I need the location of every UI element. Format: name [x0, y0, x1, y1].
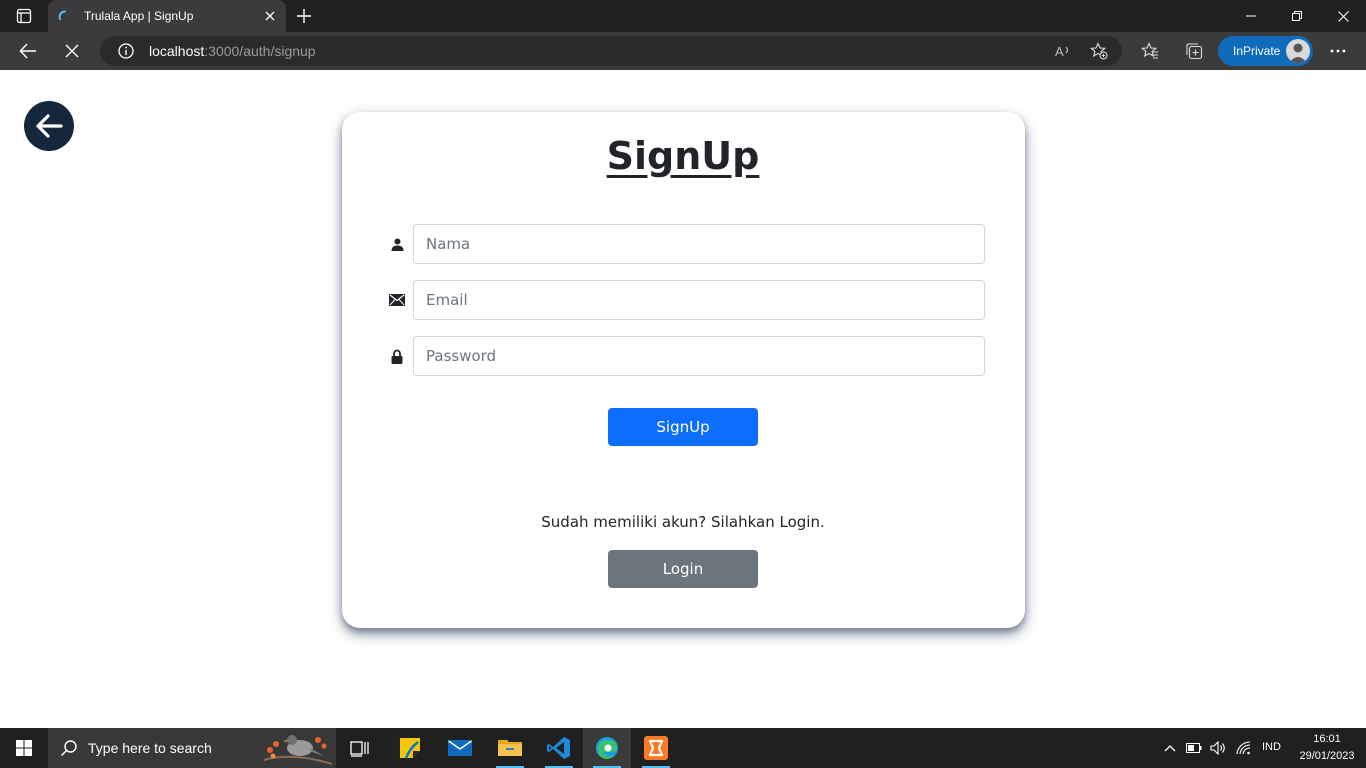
sticky-notes-icon[interactable] [386, 728, 434, 768]
collections-icon[interactable] [1184, 41, 1204, 61]
input-language[interactable]: IND [1262, 741, 1281, 753]
edge-icon[interactable] [583, 728, 631, 768]
clock-date: 29/01/2023 [1299, 750, 1355, 762]
email-field[interactable] [413, 280, 985, 320]
xampp-icon[interactable] [632, 728, 680, 768]
signup-button[interactable]: SignUp [608, 408, 758, 446]
browser-tab-bar: Trulala App | SignUp [0, 0, 1366, 32]
site-info-icon[interactable] [118, 43, 134, 59]
restore-icon[interactable] [1274, 0, 1320, 32]
favorites-icon[interactable] [1140, 41, 1160, 61]
window-controls [1228, 0, 1366, 32]
taskbar: Type here to search IND 16:01 29/01/2023 [0, 728, 1366, 768]
inprivate-label: InPrivate [1233, 44, 1281, 58]
tab-actions-icon[interactable] [8, 6, 40, 26]
more-options-icon[interactable] [1328, 41, 1348, 61]
task-view-icon[interactable] [336, 728, 384, 768]
loading-spinner-icon [58, 9, 72, 23]
vscode-icon[interactable] [535, 728, 583, 768]
svg-text:A: A [1055, 44, 1064, 59]
wifi-icon[interactable] [1236, 740, 1252, 756]
browser-toolbar: localhost:3000/auth/signup A InPrivate [0, 32, 1366, 70]
envelope-icon [389, 292, 405, 308]
user-icon [389, 236, 405, 252]
browser-tab[interactable]: Trulala App | SignUp [48, 0, 286, 32]
add-favorite-icon[interactable] [1089, 42, 1108, 60]
profile-avatar-icon [1286, 39, 1310, 63]
url-host: localhost [149, 43, 205, 59]
password-field[interactable] [413, 336, 985, 376]
page-title: SignUp [606, 134, 760, 178]
name-field[interactable] [413, 224, 985, 264]
login-button[interactable]: Login [608, 550, 758, 588]
system-clock[interactable]: 16:01 29/01/2023 [1296, 731, 1358, 765]
minimize-icon[interactable] [1228, 0, 1274, 32]
volume-icon[interactable] [1210, 740, 1226, 756]
back-arrow-icon[interactable] [16, 39, 40, 63]
lock-icon [389, 348, 405, 364]
close-window-icon[interactable] [1320, 0, 1366, 32]
new-tab-icon[interactable] [294, 6, 314, 26]
windows-start-icon[interactable] [0, 728, 48, 768]
search-icon [60, 739, 78, 757]
close-tab-icon[interactable] [262, 8, 278, 24]
mail-icon[interactable] [436, 728, 484, 768]
bird-illustration-icon [262, 730, 334, 766]
stop-loading-icon[interactable] [60, 39, 84, 63]
battery-icon[interactable] [1186, 740, 1202, 756]
taskbar-search[interactable]: Type here to search [48, 728, 336, 768]
address-bar[interactable]: localhost:3000/auth/signup A [100, 36, 1122, 66]
chevron-up-icon[interactable] [1162, 740, 1178, 756]
file-explorer-icon[interactable] [486, 728, 534, 768]
login-prompt: Sudah memiliki akun? Silahkan Login. [541, 513, 825, 531]
url-path: :3000/auth/signup [204, 43, 316, 59]
read-aloud-icon[interactable]: A [1054, 42, 1072, 60]
tab-title: Trulala App | SignUp [84, 9, 194, 23]
search-placeholder: Type here to search [88, 740, 212, 756]
clock-time: 16:01 [1313, 733, 1341, 745]
url-text: localhost:3000/auth/signup [149, 43, 316, 59]
inprivate-button[interactable]: InPrivate [1218, 36, 1313, 66]
